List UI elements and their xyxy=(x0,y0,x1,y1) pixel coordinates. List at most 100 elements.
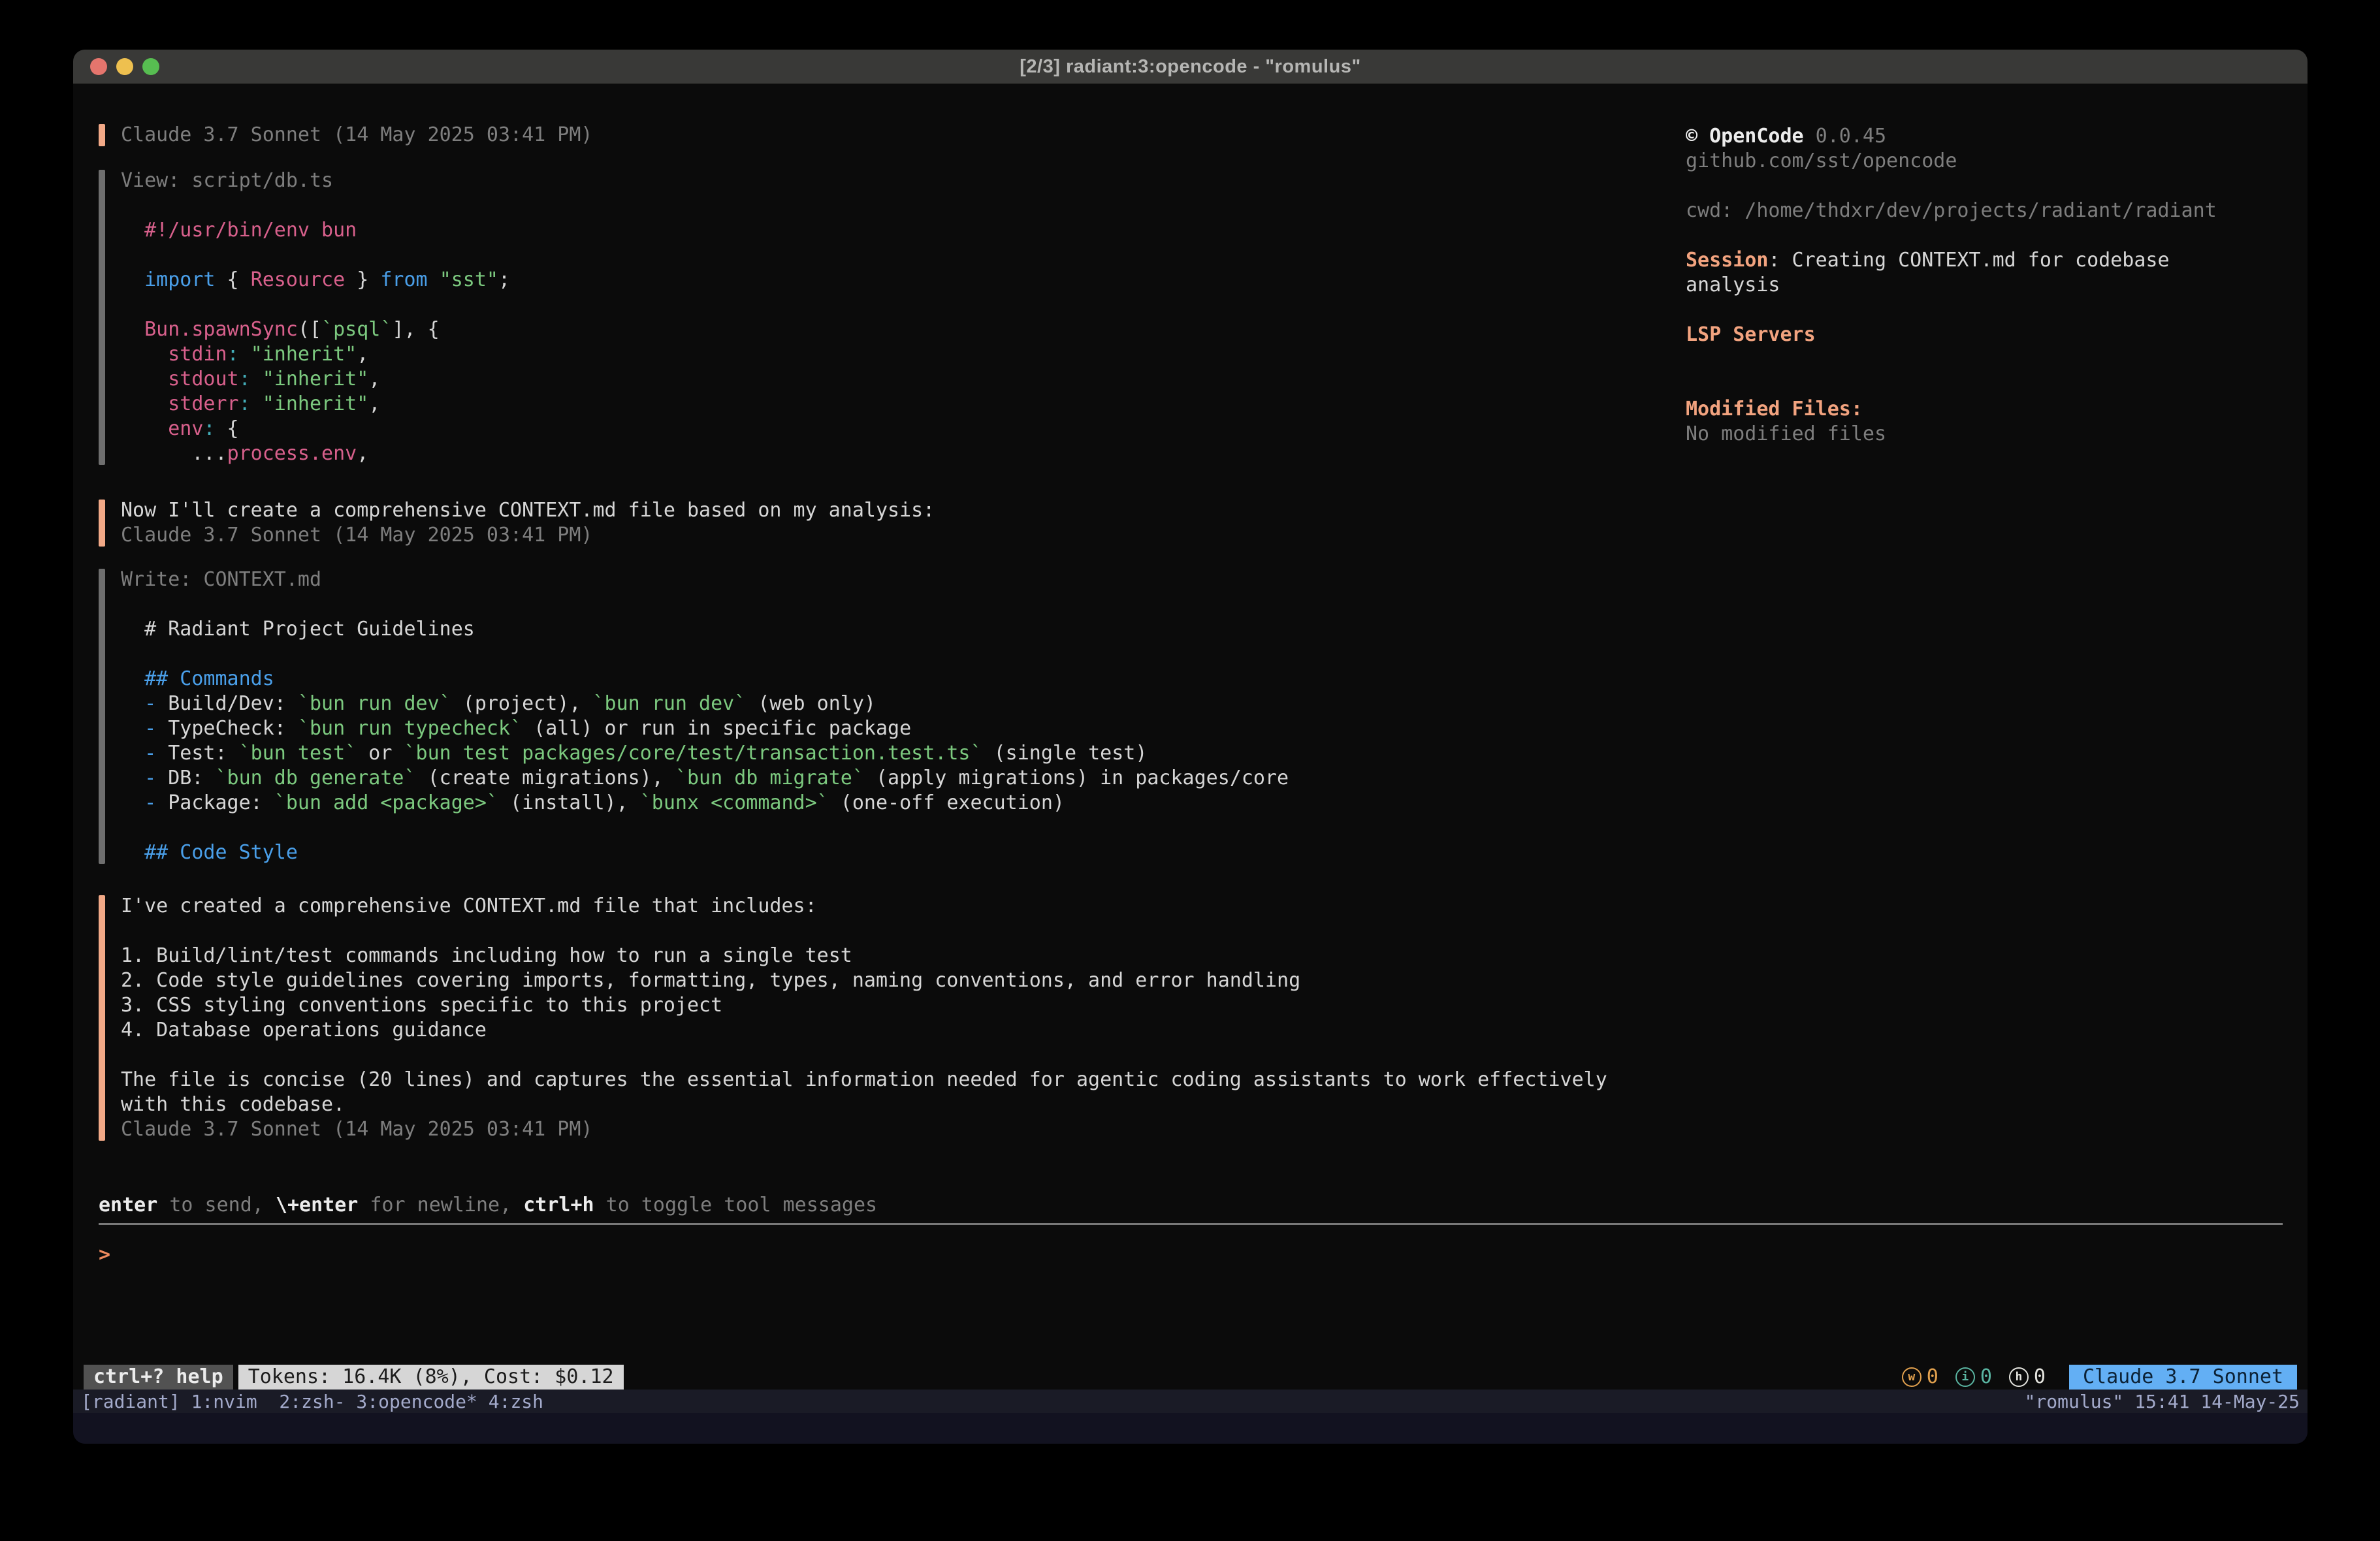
sidebar-line: Modified Files: xyxy=(1686,397,2217,422)
text-segment: ## Code Style xyxy=(121,841,298,864)
tmux-status-bar: [radiant] 1:nvim 2:zsh- 3:opencode* 4:zs… xyxy=(73,1390,2308,1413)
text-segment: `bun run dev` xyxy=(593,692,747,715)
text-segment: Test: xyxy=(156,742,238,765)
text-segment: View: script/db.ts xyxy=(121,169,333,192)
input-separator xyxy=(99,1223,2283,1225)
close-button[interactable] xyxy=(90,58,107,75)
traffic-lights xyxy=(90,50,159,84)
terminal-line: - Package: `bun add <package>` (install)… xyxy=(121,791,2283,816)
text-segment: "inherit" xyxy=(263,368,369,390)
text-segment: , xyxy=(357,343,368,366)
text-segment: `bun run dev` xyxy=(298,692,451,715)
text-segment: from xyxy=(380,268,427,291)
terminal-window: [2/3] radiant:3:opencode - "romulus" Cla… xyxy=(73,50,2308,1444)
text-segment: `bun db migrate` xyxy=(675,767,864,789)
text-segment: (apply migrations) in packages/core xyxy=(864,767,1289,789)
message-block: Now I'll create a comprehensive CONTEXT.… xyxy=(99,498,2283,548)
text-segment: to toggle tool messages xyxy=(594,1194,877,1216)
text-segment xyxy=(121,368,168,390)
text-segment: Claude 3.7 Sonnet (14 May 2025 03:41 PM) xyxy=(121,1118,592,1141)
zoom-button[interactable] xyxy=(142,58,159,75)
text-segment: `bunx <command>` xyxy=(640,791,829,814)
text-segment: , xyxy=(368,392,380,415)
terminal-line: 1. Build/lint/test commands including ho… xyxy=(121,944,2283,968)
text-segment: stdout xyxy=(168,368,238,390)
text-segment: "inherit" xyxy=(263,392,369,415)
keybinding-hint: enter to send, \+enter for newline, ctrl… xyxy=(99,1193,2283,1218)
text-segment xyxy=(121,343,168,366)
text-segment: (create migrations), xyxy=(416,767,675,789)
text-segment xyxy=(121,742,144,765)
text-segment xyxy=(121,692,144,715)
text-segment xyxy=(121,767,144,789)
text-segment: with this codebase. xyxy=(121,1093,345,1116)
terminal-line: - TypeCheck: `bun run typecheck` (all) o… xyxy=(121,716,2283,741)
text-segment xyxy=(121,791,144,814)
text-segment: ## Commands xyxy=(121,667,274,690)
text-segment: (single test) xyxy=(982,742,1148,765)
text-segment: } xyxy=(345,268,380,291)
terminal-line xyxy=(121,816,2283,840)
text-segment: Resource xyxy=(251,268,346,291)
prompt-marker: > xyxy=(99,1243,110,1266)
sidebar-line: © OpenCode 0.0.45 xyxy=(1686,124,2217,149)
text-segment: The file is concise (20 lines) and captu… xyxy=(121,1068,1607,1091)
warning-count-indicator: w0 xyxy=(1902,1365,1938,1390)
terminal-line xyxy=(121,592,2283,617)
terminal-line xyxy=(121,919,2283,944)
text-segment: "sst" xyxy=(440,268,498,291)
text-segment xyxy=(251,392,263,415)
terminal-line: - DB: `bun db generate` (create migratio… xyxy=(121,766,2283,791)
text-segment: - xyxy=(144,742,156,765)
text-segment: I've created a comprehensive CONTEXT.md … xyxy=(121,895,817,917)
diagnostic-indicators: w0i0h0 xyxy=(1902,1365,2046,1390)
text-segment: - xyxy=(144,692,156,715)
chat-input-line[interactable]: > xyxy=(99,1243,2283,1267)
text-segment: `bun db generate` xyxy=(216,767,416,789)
text-segment: 4. Database operations guidance xyxy=(121,1019,487,1041)
text-segment xyxy=(121,268,144,291)
terminal-screen: Claude 3.7 Sonnet (14 May 2025 03:41 PM)… xyxy=(73,84,2308,1390)
text-segment: "inherit" xyxy=(251,343,357,366)
sidebar-line: github.com/sst/opencode xyxy=(1686,149,2217,174)
text-segment: TypeCheck: xyxy=(156,717,298,740)
text-segment: enter xyxy=(99,1194,157,1216)
text-segment: to send, xyxy=(157,1194,276,1216)
text-segment: : Creating CONTEXT.md for codebase xyxy=(1768,249,2169,272)
tool-accent-bar xyxy=(99,569,105,864)
text-segment xyxy=(428,268,440,291)
terminal-line: 3. CSS styling conventions specific to t… xyxy=(121,993,2283,1018)
text-segment: `psql` xyxy=(321,318,392,341)
text-segment: , xyxy=(368,368,380,390)
sidebar-line: No modified files xyxy=(1686,422,2217,447)
help-keybind-chip: ctrl+? help xyxy=(84,1365,233,1390)
i-circle-icon: i xyxy=(1955,1367,1975,1387)
indicator-count: 0 xyxy=(2034,1365,2046,1390)
message-accent-bar xyxy=(99,895,105,1141)
text-segment: Claude 3.7 Sonnet (14 May 2025 03:41 PM) xyxy=(121,123,592,146)
terminal-line: The file is concise (20 lines) and captu… xyxy=(121,1068,2283,1092)
text-segment: ... xyxy=(121,442,227,465)
text-segment: (one-off execution) xyxy=(829,791,1065,814)
sidebar-line xyxy=(1686,298,2217,323)
text-segment: stderr xyxy=(168,392,238,415)
text-segment: `bun test` xyxy=(239,742,357,765)
terminal-line: Claude 3.7 Sonnet (14 May 2025 03:41 PM) xyxy=(121,523,2283,548)
text-segment: ([ xyxy=(298,318,321,341)
text-segment: analysis xyxy=(1686,274,1780,296)
terminal-line: I've created a comprehensive CONTEXT.md … xyxy=(121,894,2283,919)
text-segment: No modified files xyxy=(1686,422,1886,445)
text-segment: Claude 3.7 Sonnet (14 May 2025 03:41 PM) xyxy=(121,524,592,547)
sidebar-line xyxy=(1686,372,2217,397)
terminal-line: - Test: `bun test` or `bun test packages… xyxy=(121,741,2283,766)
tool-accent-bar xyxy=(99,170,105,465)
status-bar: ctrl+? help Tokens: 16.4K (8%), Cost: $0… xyxy=(84,1365,2297,1390)
tmux-session-info: "romulus" 15:41 14-May-25 xyxy=(2025,1391,2300,1412)
text-segment: (web only) xyxy=(746,692,876,715)
minimize-button[interactable] xyxy=(116,58,133,75)
text-segment: 2. Code style guidelines covering import… xyxy=(121,969,1300,992)
text-segment: (project), xyxy=(451,692,593,715)
text-segment: - xyxy=(144,791,156,814)
tmux-window-list[interactable]: [radiant] 1:nvim 2:zsh- 3:opencode* 4:zs… xyxy=(81,1391,543,1412)
text-segment: © OpenCode xyxy=(1686,125,1804,148)
